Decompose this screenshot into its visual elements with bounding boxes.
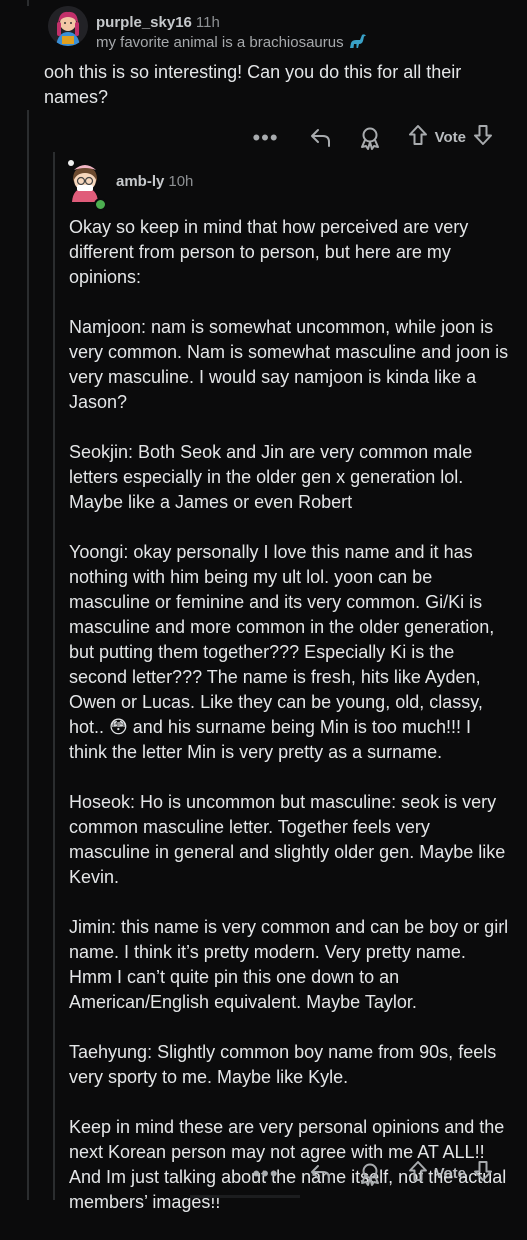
upvote-arrow-icon[interactable] xyxy=(407,1160,429,1187)
reply-paragraph: Namjoon: nam is somewhat uncommon, while… xyxy=(69,317,509,412)
reply-username[interactable]: amb-ly xyxy=(116,173,164,190)
downvote-arrow-icon[interactable] xyxy=(472,124,494,151)
thread-line xyxy=(27,0,29,6)
parent-action-bar: ••• Vote xyxy=(252,124,494,151)
reply-paragraph: Hoseok: Ho is uncommon but masculine: se… xyxy=(69,792,506,887)
reply-action-bar: ••• Vote xyxy=(252,1160,494,1187)
user-flair: my favorite animal is a brachiosaurus xyxy=(96,33,368,53)
vote-label: Vote xyxy=(434,129,466,146)
award-icon[interactable] xyxy=(359,126,381,150)
reply-paragraph: Jimin: this name is very common and can … xyxy=(69,917,509,1012)
reply-comment-body: Okay so keep in mind that how perceived … xyxy=(69,215,509,1240)
online-status-indicator xyxy=(94,198,107,211)
reply-paragraph: Taehyung: Slightly common boy name from … xyxy=(69,1042,497,1087)
upvote-arrow-icon[interactable] xyxy=(407,124,429,151)
avatar[interactable] xyxy=(48,6,88,46)
reply-arrow-icon[interactable] xyxy=(309,127,333,149)
parent-username[interactable]: purple_sky16 xyxy=(96,14,192,31)
dinosaur-icon xyxy=(348,34,368,51)
reply-comment-header: amb-ly 10h xyxy=(66,158,194,211)
parent-timestamp: 11h xyxy=(195,14,220,31)
reply-paragraph: Seokjin: Both Seok and Jin are very comm… xyxy=(69,442,473,512)
reply-timestamp: 10h xyxy=(168,172,194,190)
reply-paragraph: Yoongi: okay personally I love this name… xyxy=(69,542,495,762)
avatar[interactable] xyxy=(66,158,107,211)
award-icon[interactable] xyxy=(359,1162,381,1186)
vote-label: Vote xyxy=(434,1165,466,1182)
more-options-icon[interactable]: ••• xyxy=(252,126,278,149)
avatar-image xyxy=(68,160,98,202)
parent-comment-body: ooh this is so interesting! Can you do t… xyxy=(44,62,462,107)
thread-line[interactable] xyxy=(27,110,29,1200)
parent-comment-header: purple_sky16 11h my favorite animal is a … xyxy=(48,6,368,53)
reply-arrow-icon[interactable] xyxy=(309,1163,333,1185)
reply-paragraph: Okay so keep in mind that how perceived … xyxy=(69,217,469,287)
divider xyxy=(190,1195,300,1198)
thread-line[interactable] xyxy=(53,152,55,1200)
user-flair-text: my favorite animal is a brachiosaurus xyxy=(96,34,344,51)
more-options-icon[interactable]: ••• xyxy=(252,1162,278,1185)
avatar-image xyxy=(48,6,88,46)
downvote-arrow-icon[interactable] xyxy=(472,1160,494,1187)
